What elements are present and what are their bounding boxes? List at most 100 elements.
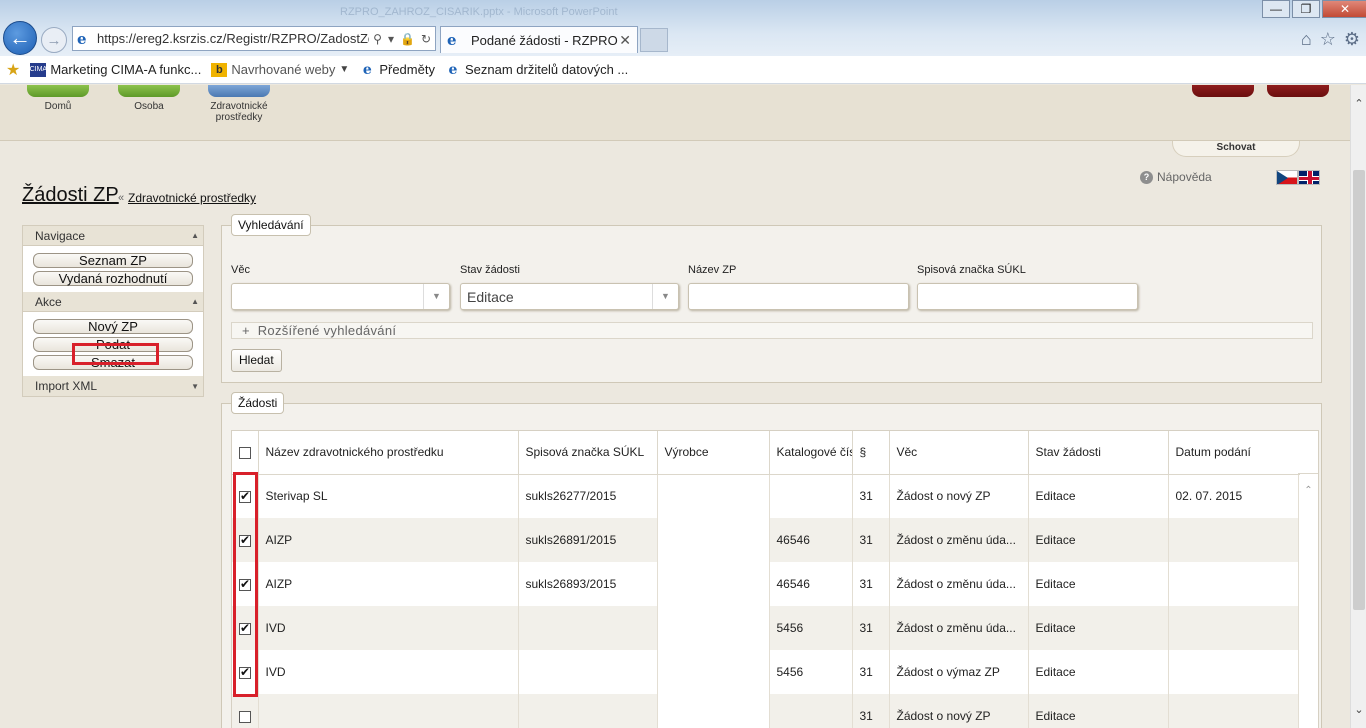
forward-arrow-icon[interactable]: → <box>41 27 67 53</box>
nav-devices-label[interactable]: Zdravotnické prostředky <box>200 101 278 123</box>
new-tab-button[interactable] <box>640 28 668 52</box>
page-title[interactable]: Žádosti ZP <box>22 184 119 207</box>
column-header-datum[interactable]: Datum podání <box>1168 431 1300 475</box>
help-icon: ? <box>1140 170 1153 184</box>
devices-tile[interactable] <box>208 85 270 97</box>
row-checkbox[interactable] <box>239 621 251 635</box>
favorite-link-suggested-sites[interactable]: b Navrhované weby ▼ <box>211 62 349 77</box>
collapse-up-icon: ▲ <box>191 231 199 240</box>
row-select-cell[interactable] <box>232 694 259 728</box>
account-tile[interactable] <box>1192 85 1254 97</box>
hide-header-button[interactable]: Schovat <box>1172 141 1300 157</box>
cell-name: IVD <box>258 606 519 650</box>
person-tile[interactable] <box>118 85 180 97</box>
table-row[interactable]: AIZPsukls26891/2015 4654631Žádost o změnu… <box>232 518 1300 562</box>
search-button[interactable]: Hledat <box>231 349 282 372</box>
cell-vec: Žádost o nový ZP <box>889 474 1029 518</box>
nav-person-label[interactable]: Osoba <box>118 101 180 112</box>
english-flag-icon[interactable] <box>1298 170 1320 185</box>
chevron-down-icon[interactable]: ▼ <box>652 284 678 309</box>
select-all-cell[interactable] <box>232 431 259 475</box>
stav-select[interactable]: Editace ▼ <box>460 283 679 310</box>
breadcrumb-link[interactable]: Zdravotnické prostředky <box>128 191 256 205</box>
nav-devices-line1: Zdravotnické <box>210 101 268 112</box>
address-bar[interactable]: e https://ereg2.ksrzis.cz/Registr/RZPRO/… <box>72 26 436 51</box>
scrollbar-thumb[interactable] <box>1353 170 1365 610</box>
table-row[interactable]: Sterivap SLsukls26277/2015 31Žádost o nov… <box>232 474 1300 518</box>
cell-katalog: 5456 <box>769 606 853 650</box>
close-window-button[interactable]: ✕ <box>1322 0 1366 18</box>
address-url[interactable]: https://ereg2.ksrzis.cz/Registr/RZPRO/Za… <box>97 31 369 46</box>
chevron-down-icon[interactable]: ▼ <box>423 284 449 309</box>
sidebar-section-actions[interactable]: Akce ▲ <box>23 292 203 312</box>
row-select-cell[interactable] <box>232 562 259 606</box>
scroll-up-icon[interactable]: ⌃ <box>1351 97 1366 110</box>
column-header-vyrobce[interactable]: Výrobce <box>657 431 770 475</box>
close-tab-icon[interactable]: ✕ <box>619 32 631 49</box>
submit-button[interactable]: Podat <box>33 337 193 352</box>
advanced-search-toggle[interactable]: + Rozšířené vyhledávání <box>231 322 1313 339</box>
czech-flag-icon[interactable] <box>1276 170 1298 185</box>
row-checkbox[interactable] <box>239 533 251 547</box>
results-legend: Žádosti <box>231 392 285 414</box>
favorite-link-cima[interactable]: CIMA Marketing CIMA-A funkc... <box>30 62 202 77</box>
column-header-spis[interactable]: Spisová značka SÚKL <box>518 431 658 475</box>
add-favorite-star-icon[interactable]: ★ <box>6 60 20 80</box>
table-header-row: Název zdravotnického prostředku Spisová … <box>232 431 1300 475</box>
home-icon[interactable]: ⌂ <box>1301 29 1312 50</box>
column-header-paragraf[interactable]: § <box>852 431 890 475</box>
table-row[interactable]: IVD 545631Žádost o změnu úda...Editace <box>232 606 1300 650</box>
sidebar-item-seznam-zp[interactable]: Seznam ZP <box>33 253 193 268</box>
row-select-cell[interactable] <box>232 606 259 650</box>
settings-gear-icon[interactable]: ⚙ <box>1344 29 1360 50</box>
table-scrollbar[interactable]: ⌃ <box>1298 475 1318 728</box>
sidebar-section-import-xml[interactable]: Import XML ▼ <box>23 376 203 396</box>
nazev-input[interactable] <box>688 283 909 310</box>
new-zp-button[interactable]: Nový ZP <box>33 319 193 334</box>
table-row[interactable]: IVD 545631Žádost o výmaz ZPEditace <box>232 650 1300 694</box>
scroll-up-icon[interactable]: ⌃ <box>1299 485 1318 496</box>
page-scrollbar[interactable]: ⌃ ⌄ <box>1350 85 1366 728</box>
column-header-vec[interactable]: Věc <box>889 431 1029 475</box>
column-header-stav[interactable]: Stav žádosti <box>1028 431 1169 475</box>
table-row[interactable]: 31 Žádost o nový ZP Editace <box>232 694 1300 728</box>
vec-label: Věc <box>231 264 250 276</box>
sidebar-item-vydana-rozhodnuti[interactable]: Vydaná rozhodnutí <box>33 271 193 286</box>
cell-stav: Editace <box>1028 606 1169 650</box>
column-header-katalog[interactable]: Katalogové čís <box>769 431 853 475</box>
logout-tile[interactable] <box>1267 85 1329 97</box>
help-link[interactable]: ? Nápověda <box>1140 170 1212 184</box>
maximize-window-button[interactable]: ❐ <box>1292 0 1320 18</box>
column-header-nazev[interactable]: Název zdravotnického prostředku <box>258 431 519 475</box>
scroll-down-icon[interactable]: ⌄ <box>1351 703 1366 716</box>
select-all-checkbox[interactable] <box>239 447 251 460</box>
spis-input[interactable] <box>917 283 1138 310</box>
row-select-cell[interactable] <box>232 650 259 694</box>
row-checkbox[interactable] <box>239 665 251 679</box>
sidebar-section-label: Akce <box>35 294 62 309</box>
nav-home-label[interactable]: Domů <box>27 101 89 112</box>
dropdown-icon[interactable]: ▾ <box>388 32 394 46</box>
row-checkbox[interactable] <box>239 577 251 591</box>
table-row[interactable]: AIZPsukls26893/2015 4654631Žádost o změnu… <box>232 562 1300 606</box>
row-checkbox[interactable] <box>239 710 251 723</box>
sidebar-section-navigation[interactable]: Navigace ▲ <box>23 226 203 246</box>
vec-select[interactable]: ▼ <box>231 283 450 310</box>
row-checkbox[interactable] <box>239 489 251 504</box>
delete-button[interactable]: Smazat <box>33 355 193 370</box>
expand-down-icon: ▼ <box>191 381 199 391</box>
search-icon[interactable]: ⚲ <box>373 32 382 46</box>
back-arrow-icon[interactable]: ← <box>3 21 37 55</box>
lock-icon[interactable]: 🔒 <box>400 32 415 46</box>
favorite-link-seznam-drzitelu[interactable]: e Seznam držitelů datových ... <box>445 62 628 78</box>
refresh-icon[interactable]: ↻ <box>421 32 431 46</box>
tab-active[interactable]: e Podané žádosti - RZPRO (N... ✕ <box>440 26 638 53</box>
home-tile[interactable] <box>27 85 89 97</box>
row-select-cell[interactable] <box>232 518 259 562</box>
row-select-cell[interactable] <box>232 474 259 518</box>
cell-vyrobce <box>657 518 770 562</box>
favorites-star-icon[interactable]: ☆ <box>1320 29 1336 50</box>
cell-katalog: 5456 <box>769 650 853 694</box>
minimize-window-button[interactable]: — <box>1262 0 1290 18</box>
favorite-link-predmety[interactable]: e Předměty <box>359 62 435 78</box>
